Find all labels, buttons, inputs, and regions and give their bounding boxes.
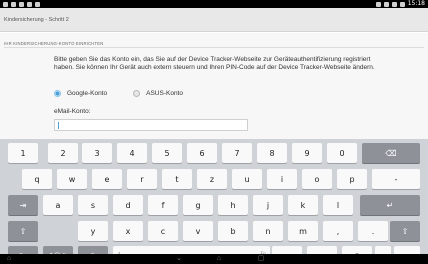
enter-icon: ↵ — [386, 200, 394, 210]
key-period[interactable]: . — [358, 221, 388, 241]
wifi-status-icon — [391, 1, 397, 7]
image-icon — [11, 1, 16, 7]
asus-account-label: ASUS-Konto — [146, 90, 183, 97]
battery-icon — [399, 1, 405, 7]
key-d[interactable]: d — [113, 195, 143, 215]
screen: 15:18 Kindersicherung - Schritt 2 IHR KI… — [0, 0, 428, 264]
section-heading: IHR KINDERSICHERUNG-KONTO EINRICHTEN — [4, 41, 104, 46]
key-comma[interactable]: , — [323, 221, 353, 241]
key-5[interactable]: 5 — [152, 143, 182, 163]
asus-account-option[interactable]: ASUS-Konto — [133, 90, 183, 97]
key-2[interactable]: 2 — [48, 143, 78, 163]
radio-selected-icon[interactable] — [54, 90, 61, 97]
shift-left-key[interactable]: ⇧ — [8, 221, 38, 241]
key-x[interactable]: x — [113, 221, 143, 241]
description-text: Bitte geben Sie das Konto ein, das Sie a… — [54, 56, 375, 72]
key-h[interactable]: h — [218, 195, 248, 215]
key-dash[interactable]: - — [372, 169, 420, 189]
key-e[interactable]: e — [92, 169, 122, 189]
bluetooth-icon — [375, 1, 381, 7]
key-c[interactable]: c — [148, 221, 178, 241]
key-4[interactable]: 4 — [117, 143, 147, 163]
status-left-icons — [3, 1, 40, 7]
back-icon[interactable]: ⌂ — [4, 255, 14, 263]
check-icon — [35, 1, 40, 7]
google-account-label: Google-Konto — [67, 90, 108, 97]
home-icon[interactable]: ⌂ — [214, 255, 224, 263]
key-8[interactable]: 8 — [257, 143, 287, 163]
down-icon[interactable]: ⌄ — [174, 255, 184, 263]
key-7[interactable]: 7 — [222, 143, 252, 163]
key-y[interactable]: y — [78, 221, 108, 241]
key-f[interactable]: f — [148, 195, 178, 215]
navigation-bar: ⌂ ⌄ ⌂ ▢ — [0, 254, 428, 264]
setup-section: IHR KINDERSICHERUNG-KONTO EINRICHTEN Bit… — [0, 33, 428, 145]
key-k[interactable]: k — [288, 195, 318, 215]
text-cursor — [58, 122, 59, 129]
wifi-icon — [3, 1, 8, 7]
tab-key[interactable]: ⇥ — [8, 195, 38, 215]
on-screen-keyboard: 1 2 3 4 5 6 7 8 9 0 ⌫ q w e r t z u i o … — [0, 139, 428, 264]
mail-icon — [19, 1, 24, 7]
key-1[interactable]: 1 — [8, 143, 38, 163]
key-p[interactable]: p — [337, 169, 367, 189]
key-m[interactable]: m — [288, 221, 318, 241]
key-z[interactable]: z — [197, 169, 227, 189]
account-type-radios: Google-Konto ASUS-Konto — [54, 90, 183, 97]
tab-icon: ⇥ — [19, 200, 27, 210]
status-time: 15:18 — [407, 0, 425, 7]
key-a[interactable]: a — [43, 195, 73, 215]
key-v[interactable]: v — [183, 221, 213, 241]
email-label: eMail-Konto: — [54, 108, 91, 115]
key-0[interactable]: 0 — [327, 143, 357, 163]
title-bar: Kindersicherung - Schritt 2 — [0, 8, 428, 32]
key-o[interactable]: o — [302, 169, 332, 189]
key-u[interactable]: u — [232, 169, 262, 189]
key-t[interactable]: t — [162, 169, 192, 189]
key-i[interactable]: i — [267, 169, 297, 189]
key-w[interactable]: w — [57, 169, 87, 189]
key-r[interactable]: r — [127, 169, 157, 189]
shift-icon: ⇧ — [19, 226, 27, 236]
key-9[interactable]: 9 — [292, 143, 322, 163]
page-title: Kindersicherung - Schritt 2 — [4, 16, 69, 23]
key-g[interactable]: g — [183, 195, 213, 215]
enter-key[interactable]: ↵ — [360, 195, 420, 215]
key-l[interactable]: l — [323, 195, 353, 215]
backspace-key[interactable]: ⌫ — [362, 143, 420, 163]
status-right-icons: 15:18 — [375, 0, 425, 8]
shift-right-key[interactable]: ⇧ — [390, 221, 420, 241]
key-3[interactable]: 3 — [82, 143, 112, 163]
key-q[interactable]: q — [22, 169, 52, 189]
email-input[interactable] — [54, 119, 248, 131]
key-n[interactable]: n — [253, 221, 283, 241]
recents-icon[interactable]: ▢ — [256, 255, 266, 263]
key-j[interactable]: j — [253, 195, 283, 215]
key-6[interactable]: 6 — [187, 143, 217, 163]
signal-icon — [383, 1, 389, 7]
status-bar: 15:18 — [0, 0, 428, 8]
shift-right-icon: ⇧ — [401, 226, 409, 236]
radio-unselected-icon[interactable] — [133, 90, 141, 97]
section-divider — [4, 47, 424, 48]
google-account-option[interactable]: Google-Konto — [54, 90, 107, 97]
backspace-icon: ⌫ — [385, 148, 397, 158]
key-s[interactable]: s — [78, 195, 108, 215]
key-b[interactable]: b — [218, 221, 248, 241]
screenshot-icon — [27, 1, 32, 7]
